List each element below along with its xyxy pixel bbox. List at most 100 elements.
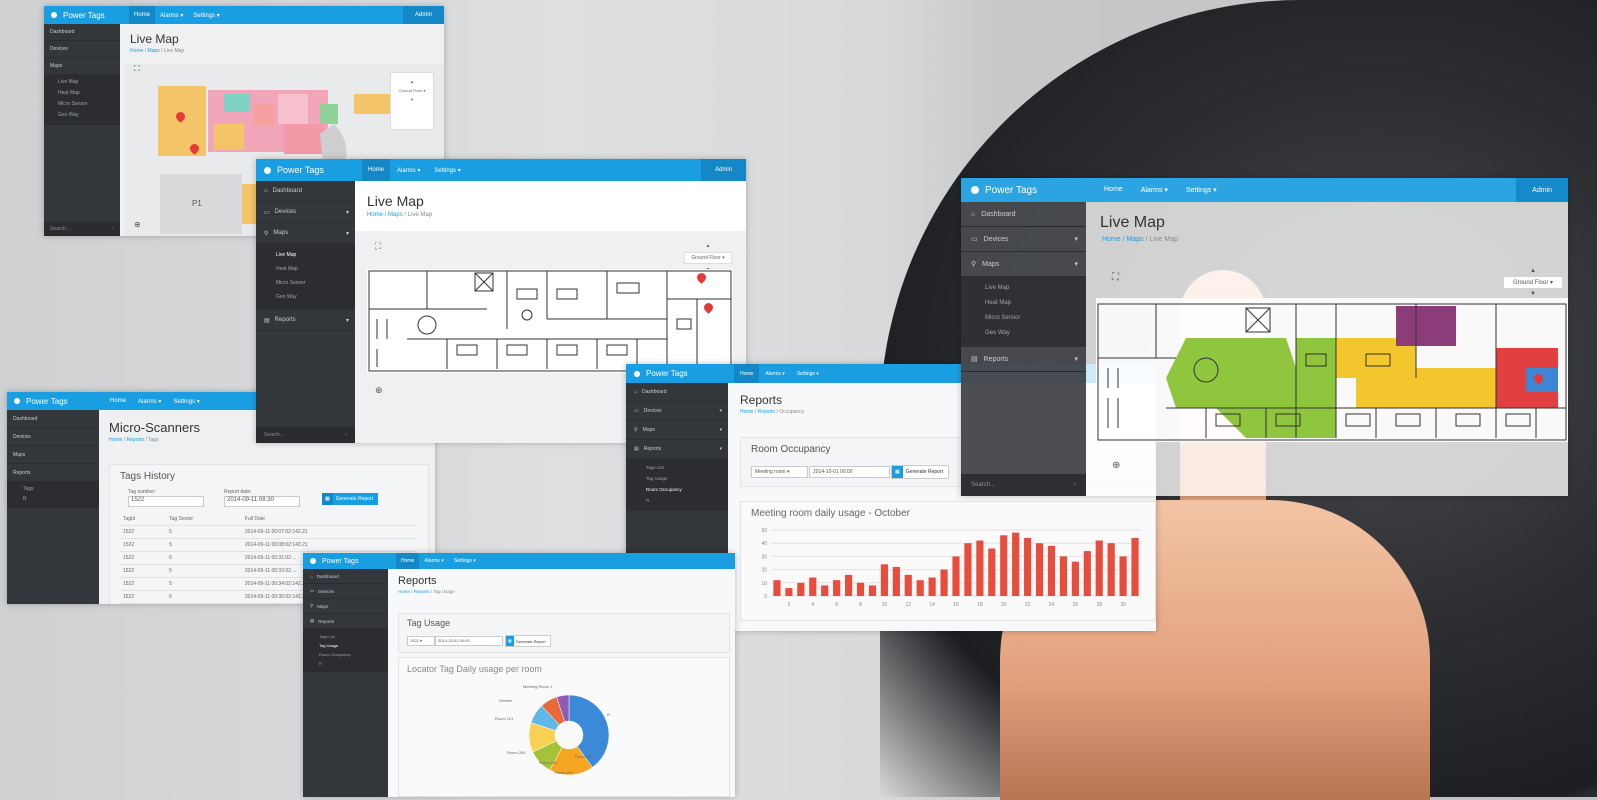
submenu-tag-usage[interactable]: Tag Usage bbox=[646, 473, 728, 484]
column-header[interactable]: Tag Sector bbox=[166, 513, 242, 526]
office-floorplan-colored[interactable] bbox=[1096, 298, 1568, 442]
submenu-heat-map[interactable]: Heat Map bbox=[276, 262, 355, 276]
submenu-live-map[interactable]: Live Map bbox=[985, 281, 1086, 296]
nav-home[interactable]: Home bbox=[104, 392, 132, 411]
nav-admin[interactable]: Admin bbox=[1516, 178, 1568, 202]
sidebar-item-maps[interactable]: Maps bbox=[44, 58, 120, 75]
report-date-input[interactable]: 2014-09-11 08:30 bbox=[224, 496, 300, 507]
crumb-home[interactable]: Home bbox=[367, 212, 383, 218]
nav-home[interactable]: Home bbox=[362, 159, 391, 182]
brand[interactable]: Power Tags bbox=[961, 185, 1085, 196]
date-input[interactable]: 2014-10-01 00:00 bbox=[809, 466, 890, 478]
sidebar-search[interactable]: Search... ‹ bbox=[44, 222, 120, 236]
nav-settings[interactable]: Settings ▾ bbox=[188, 6, 224, 25]
submenu-tags-list[interactable]: Tags List bbox=[646, 462, 728, 473]
room-select[interactable]: Meeting room ▾ bbox=[751, 466, 808, 478]
crumb-reports[interactable]: Reports bbox=[414, 589, 430, 594]
submenu-r[interactable]: R bbox=[319, 659, 388, 668]
generate-report-button[interactable]: ▦ Generate Report bbox=[322, 493, 378, 505]
submenu-room-occupancy[interactable]: Room Occupancy bbox=[319, 650, 388, 659]
floor-select[interactable]: Ground Floor ▾ bbox=[1504, 277, 1562, 288]
collapse-icon[interactable]: ‹ bbox=[345, 432, 347, 438]
fullscreen-icon[interactable]: ⛶ bbox=[134, 64, 140, 74]
sidebar-item-reports[interactable]: ▤ Reports bbox=[303, 614, 388, 629]
submenu-heat-map[interactable]: Heat Map bbox=[58, 88, 120, 99]
submenu-tags-list[interactable]: Tags List bbox=[319, 632, 388, 641]
submenu-geo-way[interactable]: Geo Way bbox=[58, 110, 120, 121]
submenu-tag-usage[interactable]: Tag Usage bbox=[319, 641, 388, 650]
sidebar-item-reports[interactable]: Reports bbox=[7, 464, 99, 482]
sidebar-item-maps[interactable]: ⚲ Maps ▾ bbox=[626, 421, 728, 440]
nav-alarms[interactable]: Alarms ▾ bbox=[155, 6, 188, 25]
submenu-heat-map[interactable]: Heat Map bbox=[985, 296, 1086, 311]
floor-up-icon[interactable]: ▲ bbox=[391, 79, 433, 84]
generate-report-button[interactable]: ▦ Generate Report bbox=[505, 635, 551, 647]
floor-up-icon[interactable]: ▲ bbox=[684, 243, 732, 249]
floor-select[interactable]: Ground Floor ▾ bbox=[684, 252, 732, 264]
nav-settings[interactable]: Settings ▾ bbox=[791, 364, 825, 384]
submenu-micro-sensor[interactable]: Micro Sensor bbox=[985, 311, 1086, 326]
crumb-home[interactable]: Home bbox=[398, 589, 410, 594]
sidebar-item-devices[interactable]: ▭ Devices bbox=[303, 584, 388, 599]
sidebar-item-devices[interactable]: ▭ Devices ▾ bbox=[961, 227, 1086, 252]
nav-alarms[interactable]: Alarms ▾ bbox=[759, 364, 790, 384]
fullscreen-icon[interactable]: ⛶ bbox=[375, 241, 381, 252]
crumb-maps[interactable]: Maps bbox=[1127, 236, 1144, 243]
submenu-tags[interactable]: Tags bbox=[23, 484, 99, 494]
submenu-r[interactable]: R bbox=[23, 494, 99, 504]
sidebar-item-devices[interactable]: Devices bbox=[7, 428, 99, 446]
sidebar-item-devices[interactable]: ▭ Devices ▾ bbox=[626, 402, 728, 421]
nav-home[interactable]: Home bbox=[734, 364, 760, 384]
table-row[interactable]: 1522 5 2014-09-11 00:07:02:142.21 bbox=[120, 525, 416, 539]
floor-select-box[interactable]: ▲ Ground Floor ▾ ▼ bbox=[1504, 268, 1562, 297]
brand[interactable]: Power Tags bbox=[7, 397, 94, 406]
floor-select-box[interactable]: ▲ Ground Floor ▾ ▼ bbox=[390, 72, 434, 130]
column-header[interactable]: Full Date bbox=[241, 513, 416, 526]
crumb-maps[interactable]: Maps bbox=[148, 48, 160, 54]
submenu-micro-sensor[interactable]: Micro Sensor bbox=[58, 99, 120, 110]
fullscreen-icon[interactable]: ⛶ bbox=[1112, 272, 1119, 283]
nav-alarms[interactable]: Alarms ▾ bbox=[132, 392, 167, 411]
sidebar-item-dashboard[interactable]: ⌂ Dashboard bbox=[256, 181, 355, 202]
nav-settings[interactable]: Settings ▾ bbox=[449, 553, 481, 569]
nav-alarms[interactable]: Alarms ▾ bbox=[419, 553, 448, 569]
collapse-icon[interactable]: ‹ bbox=[1074, 482, 1076, 488]
sidebar-item-dashboard[interactable]: Dashboard bbox=[7, 410, 99, 428]
nav-settings[interactable]: Settings ▾ bbox=[427, 159, 467, 182]
sidebar-item-dashboard[interactable]: Dashboard bbox=[44, 24, 120, 41]
submenu-live-map[interactable]: Live Map bbox=[276, 248, 355, 262]
sidebar-item-dashboard[interactable]: ⌂ Dashboard bbox=[961, 202, 1086, 227]
nav-settings[interactable]: Settings ▾ bbox=[1177, 178, 1226, 202]
floor-up-icon[interactable]: ▲ bbox=[1504, 268, 1562, 274]
brand[interactable]: Power Tags bbox=[303, 558, 390, 565]
nav-home[interactable]: Home bbox=[1095, 178, 1132, 202]
crumb-reports[interactable]: Reports bbox=[758, 409, 776, 415]
generate-report-button[interactable]: ▦ Generate Report bbox=[891, 465, 949, 479]
sidebar-item-maps[interactable]: ⚲ Maps ▾ bbox=[256, 223, 355, 244]
floor-down-icon[interactable]: ▼ bbox=[1504, 291, 1562, 297]
submenu-room-occupancy[interactable]: Room Occupancy bbox=[646, 484, 728, 495]
column-header[interactable]: TagId bbox=[120, 513, 167, 526]
floor-down-icon[interactable]: ▼ bbox=[391, 97, 433, 102]
nav-settings[interactable]: Settings ▾ bbox=[167, 392, 205, 411]
nav-admin[interactable]: Admin bbox=[700, 159, 746, 181]
nav-home[interactable]: Home bbox=[396, 553, 420, 569]
crumb-home[interactable]: Home bbox=[740, 409, 753, 415]
nav-alarms[interactable]: Alarms ▾ bbox=[390, 159, 427, 182]
sidebar-item-maps[interactable]: ⚲ Maps ▾ bbox=[961, 252, 1086, 277]
sidebar-item-reports[interactable]: ▤ Reports ▾ bbox=[961, 347, 1086, 372]
zoom-reset-icon[interactable]: ⊕ bbox=[375, 385, 383, 396]
crumb-maps[interactable]: Maps bbox=[388, 212, 403, 218]
tag-number-input[interactable]: 1522 bbox=[128, 496, 204, 507]
submenu-r[interactable]: R bbox=[646, 495, 728, 506]
crumb-reports[interactable]: Reports bbox=[127, 437, 145, 443]
sidebar-item-dashboard[interactable]: ⌂ Dashboard bbox=[626, 383, 728, 402]
sidebar-item-reports[interactable]: ▤ Reports ▾ bbox=[626, 440, 728, 459]
crumb-home[interactable]: Home bbox=[1102, 236, 1121, 243]
sidebar-item-maps[interactable]: ⚲ Maps bbox=[303, 599, 388, 614]
nav-admin[interactable]: Admin bbox=[402, 6, 444, 24]
nav-alarms[interactable]: Alarms ▾ bbox=[1132, 178, 1177, 202]
brand[interactable]: Power Tags bbox=[626, 369, 728, 378]
submenu-geo-way[interactable]: Geo Way bbox=[985, 326, 1086, 341]
sidebar-item-reports[interactable]: ▤ Reports ▾ bbox=[256, 310, 355, 331]
